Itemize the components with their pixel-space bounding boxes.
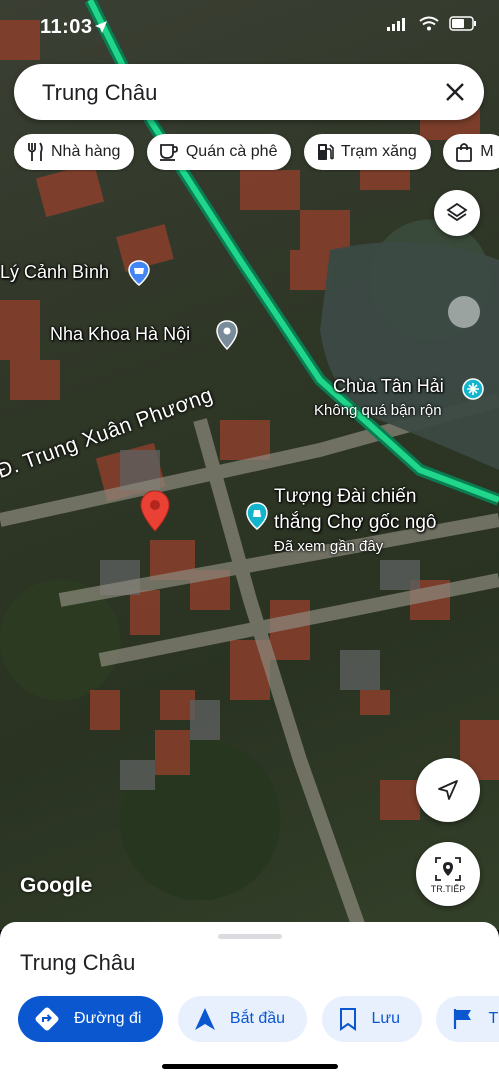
place-pin-icon[interactable] [216,320,238,350]
google-logo: Google [20,874,93,897]
chip-label: M [480,143,494,160]
save-label: Lưu [371,1010,401,1027]
home-indicator[interactable] [162,1064,338,1069]
place-sheet[interactable]: Trung Châu Đường đi Bắt đầu Lưu T [0,922,499,1080]
layers-button[interactable] [434,190,480,236]
temple-icon[interactable] [462,378,484,400]
map-label-busyness: Không quá bận rộn [314,402,442,419]
add-label-label: Thêm [488,1010,499,1027]
shopping-pin-icon[interactable] [128,260,150,286]
status-time: 11:03 [40,16,93,38]
live-view-button[interactable]: TR.TIẾP [416,842,480,906]
bookmark-icon [339,1008,356,1031]
monument-pin-icon[interactable] [246,502,268,530]
battery-icon [449,16,476,31]
navigation-icon [194,1008,215,1030]
live-view-icon [435,856,461,881]
map-label-tuong-dai-line1[interactable]: Tượng Đài chiến [274,486,416,508]
start-button[interactable]: Bắt đầu [177,996,308,1042]
save-button[interactable]: Lưu [321,996,423,1042]
chip-gas[interactable]: Trạm xăng [303,134,431,170]
coffee-icon [159,144,178,161]
map-label-nha-khoa[interactable]: Nha Khoa Hà Nội [50,324,190,345]
location-arrow-icon [95,21,107,33]
layers-icon [446,202,468,222]
map-label-chua-tan-hai[interactable]: Chùa Tân Hải [333,376,444,397]
place-title: Trung Châu [20,950,136,975]
chip-label: Trạm xăng [340,143,417,160]
directions-label: Đường đi [74,1010,142,1027]
chip-label: Quán cà phê [185,143,278,160]
status-bar: 11:03 [0,0,499,58]
action-buttons: Đường đi Bắt đầu Lưu Thêm [18,996,499,1044]
directions-icon [35,1007,59,1031]
close-icon[interactable] [444,81,466,103]
gas-station-icon [317,144,334,160]
chip-restaurants[interactable]: Nhà hàng [14,134,135,170]
navigation-arrow-icon [438,780,458,800]
selected-location-pin-icon[interactable] [140,490,170,532]
map-label-recently-viewed: Đã xem gần đây [274,538,384,555]
wifi-icon [419,16,439,31]
chip-label: Nhà hàng [51,143,121,160]
signal-icon [387,17,405,31]
map-label-ly-canh-binh[interactable]: Lý Cảnh Bình [0,262,109,283]
map-label-tuong-dai-line2[interactable]: thắng Chợ gốc ngô [274,512,436,534]
directions-button[interactable]: Đường đi [18,996,164,1042]
chip-shopping[interactable]: M [443,134,499,170]
restaurant-icon [28,142,43,161]
add-label-button[interactable]: Thêm [436,996,499,1042]
shopping-bag-icon [456,143,473,162]
search-bar[interactable]: Trung Châu [14,64,484,120]
my-location-button[interactable] [416,758,480,822]
live-view-label: TR.TIẾP [430,883,466,894]
chip-coffee[interactable]: Quán cà phê [146,134,292,170]
category-chips: Nhà hàng Quán cà phê Trạm xăng M [14,134,499,172]
start-label: Bắt đầu [229,1010,286,1027]
flag-icon [454,1009,472,1029]
search-query[interactable]: Trung Châu [42,80,157,106]
sheet-drag-handle[interactable] [218,934,282,939]
